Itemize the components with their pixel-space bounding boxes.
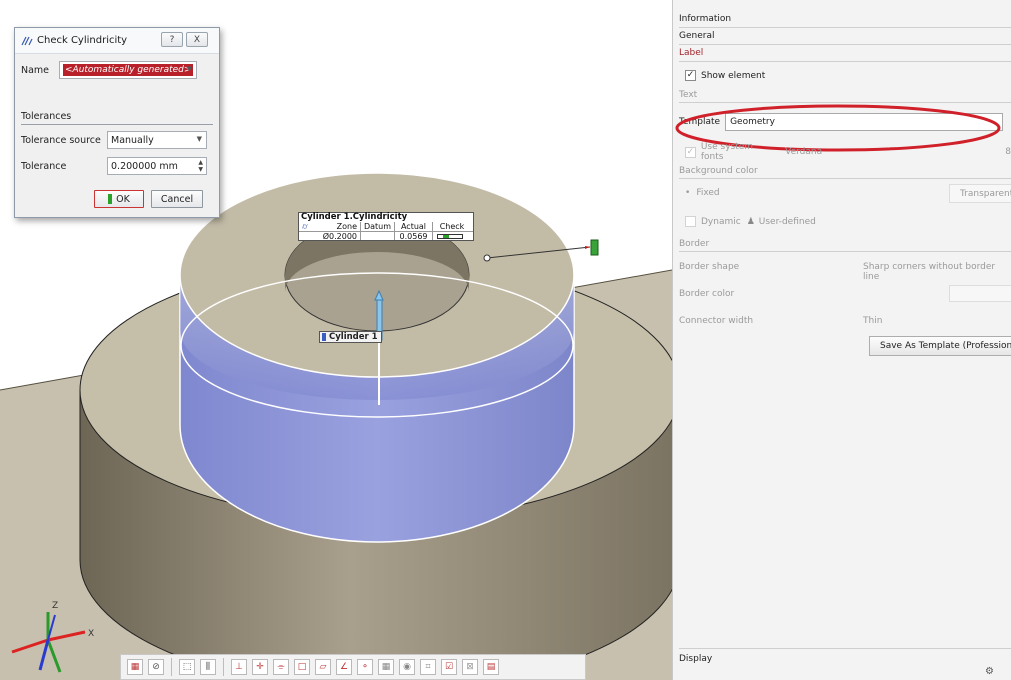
cylinder-icon: [322, 333, 326, 341]
symmetry-icon[interactable]: ⌯: [273, 659, 289, 675]
transparent-button[interactable]: Transparent: [949, 184, 1011, 203]
panel-settings-icon[interactable]: ⚙: [985, 666, 994, 677]
tolerance-source-value: Manually: [111, 134, 154, 146]
table-icon[interactable]: ▤: [483, 659, 499, 675]
close-icon: X: [193, 34, 201, 45]
angle-icon[interactable]: ∠: [336, 659, 352, 675]
delete-icon[interactable]: ⊠: [462, 659, 478, 675]
divider: [679, 44, 1011, 45]
system-fonts-checkbox[interactable]: ✓: [685, 146, 696, 158]
save-as-template-button[interactable]: Save As Template (Professional: [869, 336, 1011, 356]
ok-button[interactable]: OK: [94, 190, 144, 208]
cylindricity-icon: [21, 36, 33, 45]
dialog-title: Check Cylindricity: [37, 35, 128, 46]
show-element-label: Show element: [701, 71, 766, 81]
callout-header-check: Check: [439, 222, 465, 231]
square-icon[interactable]: □: [294, 659, 310, 675]
perpendicularity-icon[interactable]: ⊥: [231, 659, 247, 675]
cylindricity-callout[interactable]: Cylinder 1.Cylindricity ⌭ Zone Datum Act…: [298, 212, 474, 241]
border-color-swatch[interactable]: [949, 285, 1011, 302]
use-system-fonts-label: Use system fonts: [700, 142, 754, 162]
general-tab[interactable]: General: [679, 31, 1011, 41]
tolerances-heading: Tolerances: [21, 111, 213, 125]
show-element-checkbox[interactable]: ✓: [685, 70, 696, 81]
dynamic-label: Dynamic: [701, 216, 741, 227]
divider: [679, 61, 1011, 62]
close-button[interactable]: X: [186, 32, 208, 47]
cancel-button[interactable]: Cancel: [151, 190, 203, 208]
axis-z-label: Z: [52, 601, 58, 611]
tolerance-label: Tolerance: [21, 160, 67, 172]
cylinder-label-text: Cylinder 1: [329, 332, 378, 342]
hide-icon[interactable]: ⊘: [148, 659, 164, 675]
save-template-label: Save As Template (Professional: [880, 341, 1011, 351]
chevron-down-icon: ▼: [196, 135, 202, 143]
cylindricity-symbol-icon: ⌭: [302, 222, 308, 231]
cross-icon[interactable]: ⌗: [420, 659, 436, 675]
dynamic-row[interactable]: Dynamic ♟ User-defined: [685, 216, 1011, 227]
chevron-down-icon: ▼: [186, 65, 192, 73]
circle-icon[interactable]: ◉: [399, 659, 415, 675]
divider: [679, 27, 1011, 28]
background-color-heading: Background color: [679, 166, 758, 176]
display-section[interactable]: Display: [679, 654, 1011, 664]
transparent-value: Transparent: [960, 188, 1011, 199]
check-icon[interactable]: ☑: [441, 659, 457, 675]
help-button[interactable]: ?: [161, 32, 183, 47]
tolerance-source-dropdown[interactable]: Manually ▼: [107, 131, 207, 149]
ok-label: OK: [116, 193, 130, 205]
tolerance-source-label: Tolerance source: [21, 134, 101, 146]
select-icon[interactable]: ⬚: [179, 659, 195, 675]
user-defined-value: User-defined: [758, 216, 816, 227]
name-label: Name: [21, 64, 50, 76]
border-heading: Border: [679, 239, 710, 249]
help-icon: ?: [169, 34, 175, 45]
ok-icon: [108, 194, 113, 204]
fixed-label: Fixed: [696, 188, 720, 198]
flatness-icon[interactable]: ▱: [315, 659, 331, 675]
properties-panel: Information General Label ✓ Show element …: [672, 0, 1011, 680]
callout-zone-value: Ø0.2000: [321, 232, 361, 241]
divider: [679, 251, 1011, 252]
tolerance-value: 0.200000 mm: [111, 160, 178, 172]
callout-title: Cylinder 1.Cylindricity: [301, 212, 408, 222]
grid-icon[interactable]: ▦: [378, 659, 394, 675]
spinner-icon[interactable]: ▲ ▼: [198, 159, 203, 173]
callout-header-zone: Zone: [321, 222, 361, 231]
check-bar: [433, 232, 471, 240]
align-icon[interactable]: ⫼: [200, 659, 216, 675]
connector-width-value[interactable]: Thin: [863, 316, 1011, 326]
callout-actual-value: 0.0569: [395, 232, 433, 241]
fixed-radio-icon[interactable]: •: [685, 188, 690, 198]
divider: [679, 178, 1011, 179]
dynamic-checkbox[interactable]: [685, 216, 696, 227]
toolbar-separator: [171, 658, 172, 676]
view-icon[interactable]: ▦: [127, 659, 143, 675]
3d-viewport[interactable]: X Z Cylinder 1.Cylindricity ⌭ Zone Datum…: [0, 0, 672, 680]
bottom-toolbar: ▦ ⊘ ⬚ ⫼ ⊥ ✛ ⌯ □ ▱ ∠ ⚬ ▦ ◉ ⌗ ☑ ⊠ ▤: [120, 654, 586, 680]
position-icon[interactable]: ✛: [252, 659, 268, 675]
user-defined-icon: ♟: [746, 216, 755, 227]
font-value: Verdana: [785, 147, 823, 157]
axis-x-label: X: [88, 629, 94, 639]
font-size-value: 8: [1005, 147, 1011, 157]
cylinder-element-label[interactable]: Cylinder 1: [319, 331, 382, 343]
name-value: <Automatically generated>: [63, 64, 194, 76]
name-dropdown[interactable]: <Automatically generated> ▼: [59, 61, 197, 79]
cancel-label: Cancel: [160, 193, 194, 205]
show-element-row[interactable]: ✓ Show element: [685, 70, 1011, 81]
label-tab[interactable]: Label: [679, 48, 1011, 58]
leader-anchor: [483, 254, 491, 262]
callout-header-datum: Datum: [361, 222, 395, 231]
border-shape-value[interactable]: Sharp corners without border line: [863, 262, 1011, 282]
check-cylindricity-dialog[interactable]: Check Cylindricity ? X Name <Automatical…: [14, 27, 220, 218]
toolbar-separator: [223, 658, 224, 676]
system-fonts-row: ✓ Use system fonts Verdana 8: [685, 142, 1011, 162]
divider: [679, 648, 1011, 649]
information-header[interactable]: Information: [679, 14, 1011, 24]
green-flag-icon: [590, 239, 599, 256]
tolerance-spinbox[interactable]: 0.200000 mm ▲ ▼: [107, 157, 207, 175]
callout-header-actual: Actual: [395, 222, 433, 231]
distance-icon[interactable]: ⚬: [357, 659, 373, 675]
